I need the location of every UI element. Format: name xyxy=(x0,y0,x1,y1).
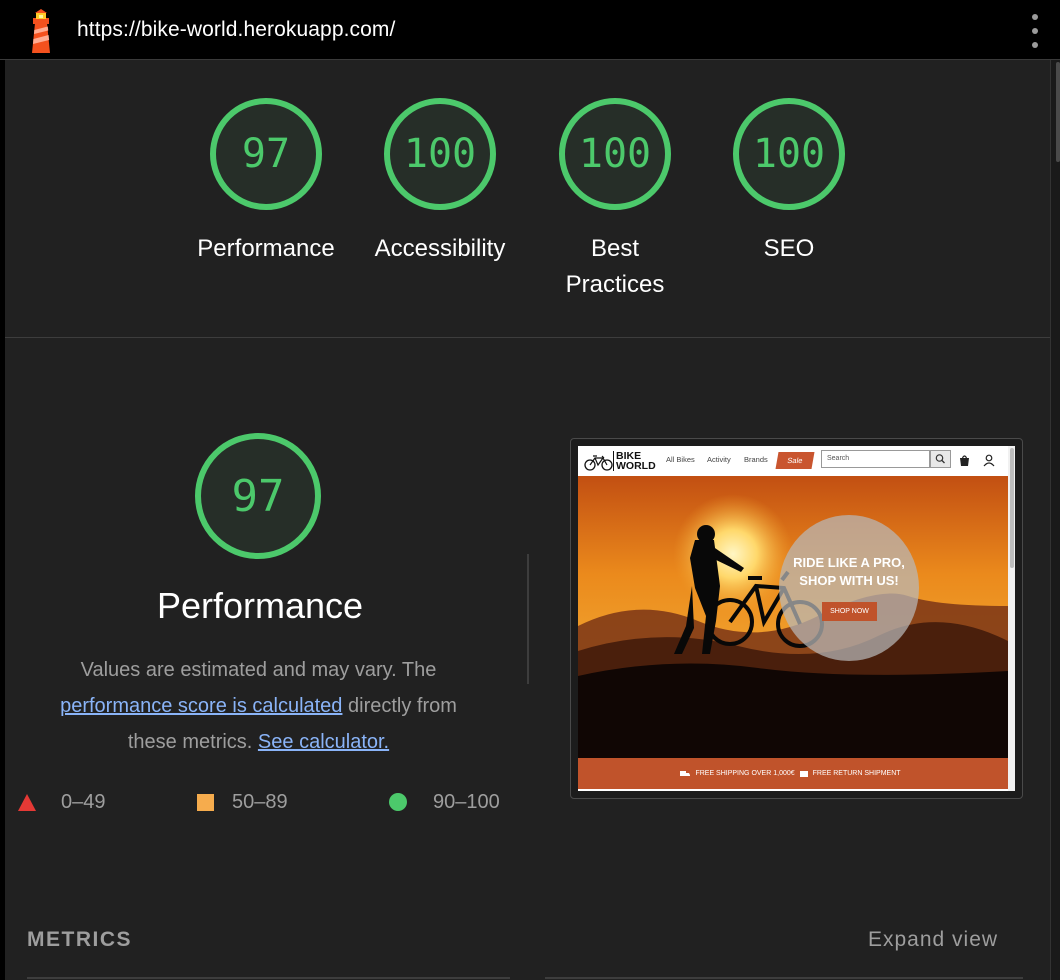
gauge-best-practices[interactable]: 100 xyxy=(557,96,673,212)
left-edge xyxy=(0,60,5,980)
desc-text: Values are estimated and may vary. The xyxy=(80,659,437,681)
gauge-label-line: Best xyxy=(590,235,640,262)
scrollbar-track[interactable] xyxy=(1050,60,1060,980)
site-logo: BIKE WORLD xyxy=(616,451,656,472)
average-square-icon xyxy=(197,793,214,811)
desc-text: directly from xyxy=(348,695,457,717)
hero-line: SHOP WITH US! xyxy=(799,573,899,588)
gauge-label-best-practices[interactable]: Best Practices xyxy=(530,231,700,303)
thumbnail-scrollbar-thumb xyxy=(1010,448,1014,568)
see-calculator-link[interactable]: See calculator. xyxy=(258,731,389,753)
hero-heading: RIDE LIKE A PRO, SHOP WITH US! xyxy=(779,554,919,590)
final-screenshot[interactable]: BIKE WORLD All Bikes Activity Brands Sal… xyxy=(578,446,1015,791)
legend-pass: 90–100 xyxy=(389,790,500,814)
site-search-button xyxy=(930,450,951,468)
site-nav-link: All Bikes xyxy=(666,455,695,464)
shop-now-button: SHOP NOW xyxy=(822,602,877,621)
gauge-label-performance[interactable]: Performance xyxy=(181,231,351,267)
hero-line: RIDE LIKE A PRO, xyxy=(793,555,905,570)
promo-text: FREE RETURN SHIPMENT xyxy=(812,770,901,777)
desc-text: these metrics. xyxy=(127,731,253,753)
report-topbar: https://bike-world.herokuapp.com/ xyxy=(0,0,1060,60)
site-header: BIKE WORLD All Bikes Activity Brands Sal… xyxy=(578,446,1015,476)
legend-range: 0–49 xyxy=(61,790,106,813)
lighthouse-logo-icon xyxy=(32,9,50,53)
site-nav-link: Brands xyxy=(744,455,768,464)
gauge-label-line: Practices xyxy=(565,271,665,298)
gauge-seo[interactable]: 100 xyxy=(731,96,847,212)
promo-text: FREE SHIPPING OVER 1,000€ xyxy=(695,770,795,777)
audited-url: https://bike-world.herokuapp.com/ xyxy=(77,18,396,41)
sale-label: Sale xyxy=(786,456,804,465)
site-search-input: Search xyxy=(821,450,930,468)
promo-bar: FREE SHIPPING OVER 1,000€ FREE RETURN SH… xyxy=(578,758,1008,789)
gauge-label-seo[interactable]: SEO xyxy=(704,231,874,267)
gauge-accessibility[interactable]: 100 xyxy=(382,96,498,212)
scrollbar-thumb[interactable] xyxy=(1056,62,1060,162)
legend-average: 50–89 xyxy=(197,790,288,814)
gauge-score: 97 xyxy=(241,131,291,177)
legend-range: 50–89 xyxy=(232,790,288,813)
more-options-icon[interactable] xyxy=(1026,14,1044,48)
expand-view-toggle[interactable]: Expand view xyxy=(868,928,998,952)
account-user-icon xyxy=(983,454,995,467)
gauge-score: 100 xyxy=(752,131,826,177)
site-nav-link: Activity xyxy=(707,455,731,464)
pass-circle-icon xyxy=(389,793,407,811)
bicycle-logo-icon xyxy=(584,455,613,471)
gauge-performance[interactable]: 97 xyxy=(208,96,324,212)
legend-fail: 0–49 xyxy=(18,790,106,814)
gauge-score: 100 xyxy=(578,131,652,177)
search-icon xyxy=(935,454,945,464)
performance-score: 97 xyxy=(231,470,285,522)
search-placeholder: Search xyxy=(827,455,850,462)
gauge-label-accessibility[interactable]: Accessibility xyxy=(355,231,525,267)
fail-triangle-icon xyxy=(18,793,36,811)
performance-score-gauge: 97 xyxy=(193,431,323,561)
legend-range: 90–100 xyxy=(433,790,500,813)
gauge-score: 100 xyxy=(403,131,477,177)
metrics-heading: METRICS xyxy=(27,928,132,951)
logo-separator xyxy=(613,451,614,471)
vertical-divider xyxy=(527,554,529,684)
truck-icon xyxy=(680,770,691,776)
performance-description: Values are estimated and may vary. The p… xyxy=(35,652,482,760)
metric-divider xyxy=(27,977,510,979)
cart-bag-icon xyxy=(960,455,969,466)
box-icon xyxy=(799,770,808,777)
performance-title: Performance xyxy=(156,585,364,626)
logo-text: WORLD xyxy=(616,460,656,472)
metric-divider xyxy=(545,977,1023,979)
site-sale-badge: Sale xyxy=(775,452,815,469)
score-calculated-link[interactable]: performance score is calculated xyxy=(60,695,342,717)
section-divider xyxy=(5,337,1050,338)
